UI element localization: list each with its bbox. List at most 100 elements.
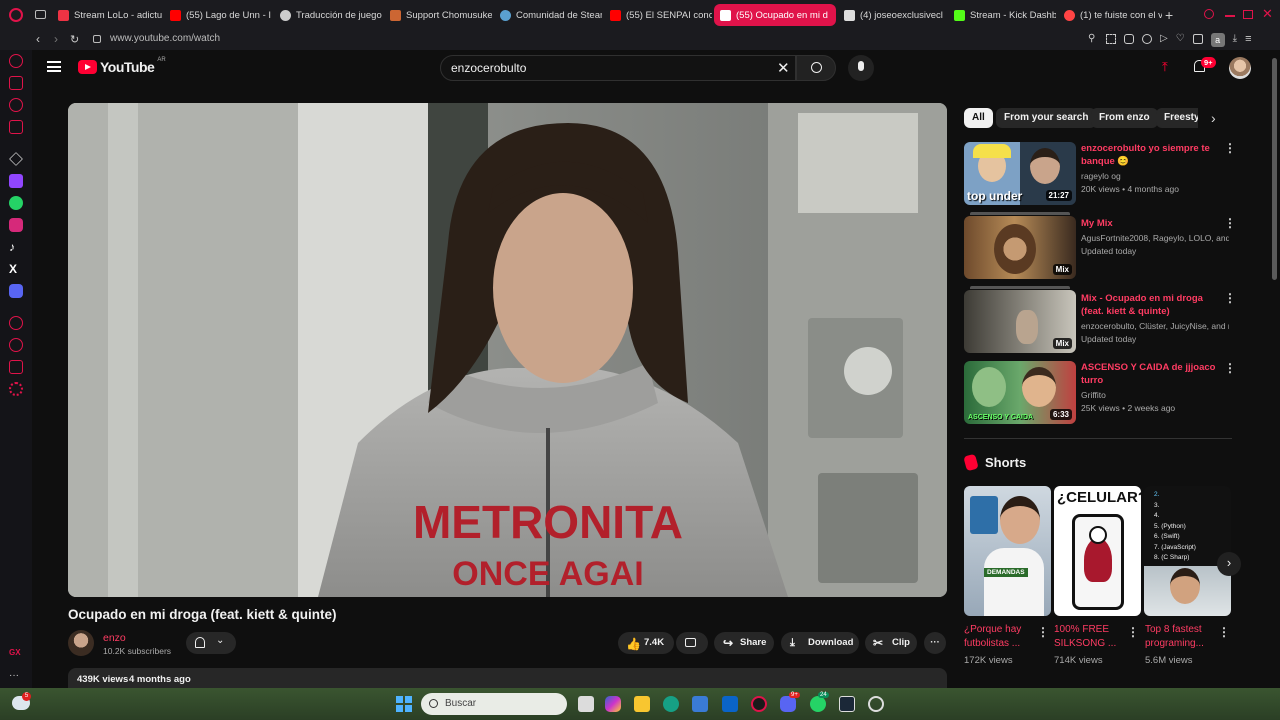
search-button[interactable] (796, 55, 836, 81)
download-button[interactable]: ⤓ Download (781, 632, 859, 654)
vpn-icon[interactable] (1142, 34, 1152, 44)
short-thumbnail[interactable]: 2. 3. 4. 5. (Python) 6. (Swift) 7. (Java… (1144, 486, 1231, 616)
subscription-bell-button[interactable]: ⌄ (186, 632, 236, 654)
share-button[interactable]: ↪ Share (714, 632, 774, 654)
chip-from-enzo[interactable]: From enzo (1091, 108, 1158, 128)
downloads-icon[interactable]: ⤓ (1233, 33, 1237, 47)
guide-menu-icon[interactable] (47, 61, 61, 72)
news-icon[interactable] (9, 120, 23, 134)
opera-gx-taskbar-icon[interactable] (751, 696, 767, 712)
discord-icon[interactable] (9, 284, 23, 298)
more-vert-icon[interactable]: ⋮ (1224, 217, 1236, 229)
related-thumbnail[interactable]: Mix (964, 216, 1076, 279)
browser-tab[interactable]: Stream LoLo - adictu (52, 4, 162, 26)
related-thumbnail[interactable]: ASCENSO Y CAIDA 6:33 (964, 361, 1076, 424)
pin-icon[interactable]: ⚲ (1088, 33, 1098, 45)
youtube-logo[interactable]: YouTube AR (78, 57, 166, 75)
browser-tab[interactable]: Comunidad de Stean (494, 4, 602, 26)
chat-icon[interactable] (9, 76, 23, 90)
shorts-next-button[interactable]: › (1217, 552, 1241, 576)
browser-tab[interactable]: (55) El SENPAI cono (604, 4, 712, 26)
clear-search-icon[interactable]: ✕ (777, 59, 790, 77)
browser-tab[interactable]: (1) te fuiste con el vie (1058, 4, 1162, 26)
browser-tab[interactable]: (55) Lago de Unn - I (164, 4, 272, 26)
opera-logo-icon[interactable] (9, 8, 23, 22)
instagram-icon[interactable] (9, 218, 23, 232)
short-thumbnail[interactable]: ¿CELULAR? (1054, 486, 1141, 616)
player-sidebar-icon[interactable] (9, 316, 23, 330)
back-icon[interactable]: ‹ (36, 32, 40, 46)
file-explorer-icon[interactable] (634, 696, 650, 712)
short-title[interactable]: ¿Porque hay futbolistas ... (964, 623, 1036, 651)
outlook-icon[interactable] (722, 696, 738, 712)
short-title[interactable]: Top 8 fastest programing... (1145, 623, 1217, 651)
related-channel[interactable]: Griffito (1081, 389, 1106, 402)
more-vert-icon[interactable]: ⋮ (1224, 362, 1236, 374)
task-view-icon[interactable] (578, 696, 594, 712)
like-button[interactable]: 👍 7.4K (618, 632, 674, 654)
related-channel[interactable]: AgusFortnite2008, Rageylo, LOLO, and m..… (1081, 232, 1229, 245)
heart-icon[interactable]: ♡ (1176, 33, 1185, 47)
taskbar-search-field[interactable]: Buscar (421, 693, 567, 715)
more-actions-button[interactable]: ··· (924, 632, 946, 654)
edge-icon[interactable] (663, 696, 679, 712)
related-title[interactable]: My Mix (1081, 217, 1221, 230)
more-vert-icon[interactable]: ⋮ (1127, 626, 1139, 638)
steam-taskbar-icon[interactable] (839, 696, 855, 712)
whatsapp-icon[interactable] (9, 196, 23, 210)
related-thumbnail[interactable]: top under 21:27 (964, 142, 1076, 205)
workspaces-icon[interactable] (35, 10, 46, 19)
related-title[interactable]: Mix - Ocupado en mi droga (feat. kiett &… (1081, 292, 1221, 318)
extensions-icon[interactable] (1192, 34, 1203, 44)
chip-next-icon[interactable]: › (1211, 110, 1216, 126)
more-vert-icon[interactable]: ⋮ (1224, 142, 1236, 154)
store-icon[interactable] (692, 696, 708, 712)
more-vert-icon[interactable]: ⋮ (1037, 626, 1049, 638)
browser-tab-active[interactable]: (55) Ocupado en mi d (714, 4, 836, 26)
history-icon[interactable] (9, 338, 23, 352)
description-box[interactable]: 439K views 4 months ago (68, 668, 947, 688)
clip-button[interactable]: ✂ Clip (865, 632, 917, 654)
x-icon[interactable]: X (9, 262, 23, 276)
minimize-icon[interactable] (1225, 15, 1235, 17)
page-scrollbar[interactable] (1272, 58, 1277, 280)
app-taskbar-icon[interactable] (868, 696, 884, 712)
chip-freestyle[interactable]: Freesty (1156, 108, 1198, 128)
url-field[interactable]: www.youtube.com/watch (110, 33, 220, 44)
short-title[interactable]: 100% FREE SILKSONG ... (1054, 623, 1126, 651)
start-button[interactable] (396, 696, 412, 712)
search-tabs-icon[interactable] (1204, 9, 1214, 19)
forward-icon[interactable]: › (54, 32, 58, 46)
aria-icon[interactable] (9, 54, 23, 68)
browser-tab[interactable]: Support Chomusuke (384, 4, 492, 26)
close-window-icon[interactable]: ✕ (1262, 6, 1273, 22)
menu-icon[interactable]: ≡ (1245, 33, 1251, 47)
related-channel[interactable]: rageylo og (1081, 170, 1121, 183)
browser-tab[interactable]: (4) joseoexclusivecl (838, 4, 946, 26)
maximize-icon[interactable] (1243, 10, 1253, 19)
voice-search-button[interactable] (848, 55, 874, 81)
short-thumbnail[interactable]: DEMANDAS (964, 486, 1051, 616)
player-icon[interactable]: ▷ (1160, 33, 1168, 47)
messenger-icon[interactable] (9, 98, 23, 112)
tiktok-icon[interactable]: ♪ (9, 240, 23, 254)
video-player[interactable]: METRONITA ONCE AGAI (68, 103, 947, 597)
more-sidebar-icon[interactable]: ··· (9, 670, 23, 684)
browser-tab[interactable]: Traducción de juego (274, 4, 382, 26)
more-vert-icon[interactable]: ⋮ (1224, 292, 1236, 304)
snapshot-icon[interactable] (1106, 34, 1116, 44)
channel-name[interactable]: enzo (103, 632, 126, 644)
more-vert-icon[interactable]: ⋮ (1218, 626, 1230, 638)
channel-avatar[interactable] (68, 630, 94, 656)
reload-icon[interactable]: ↻ (70, 33, 79, 46)
settings-icon[interactable] (9, 382, 23, 396)
twitch-icon[interactable] (9, 174, 23, 188)
chip-from-your-search[interactable]: From your search (996, 108, 1097, 128)
related-title[interactable]: enzocerobulto yo siempre te banque 😊 (1081, 142, 1221, 168)
search-input[interactable]: enzocerobulto (440, 55, 796, 81)
related-channel[interactable]: enzocerobulto, Clüster, JuicyNise, and m… (1081, 320, 1229, 333)
whatsapp-taskbar-icon[interactable] (810, 696, 826, 712)
app-icon[interactable] (9, 152, 23, 166)
account-avatar[interactable] (1229, 57, 1251, 79)
gx-icon[interactable]: GX (9, 648, 23, 662)
